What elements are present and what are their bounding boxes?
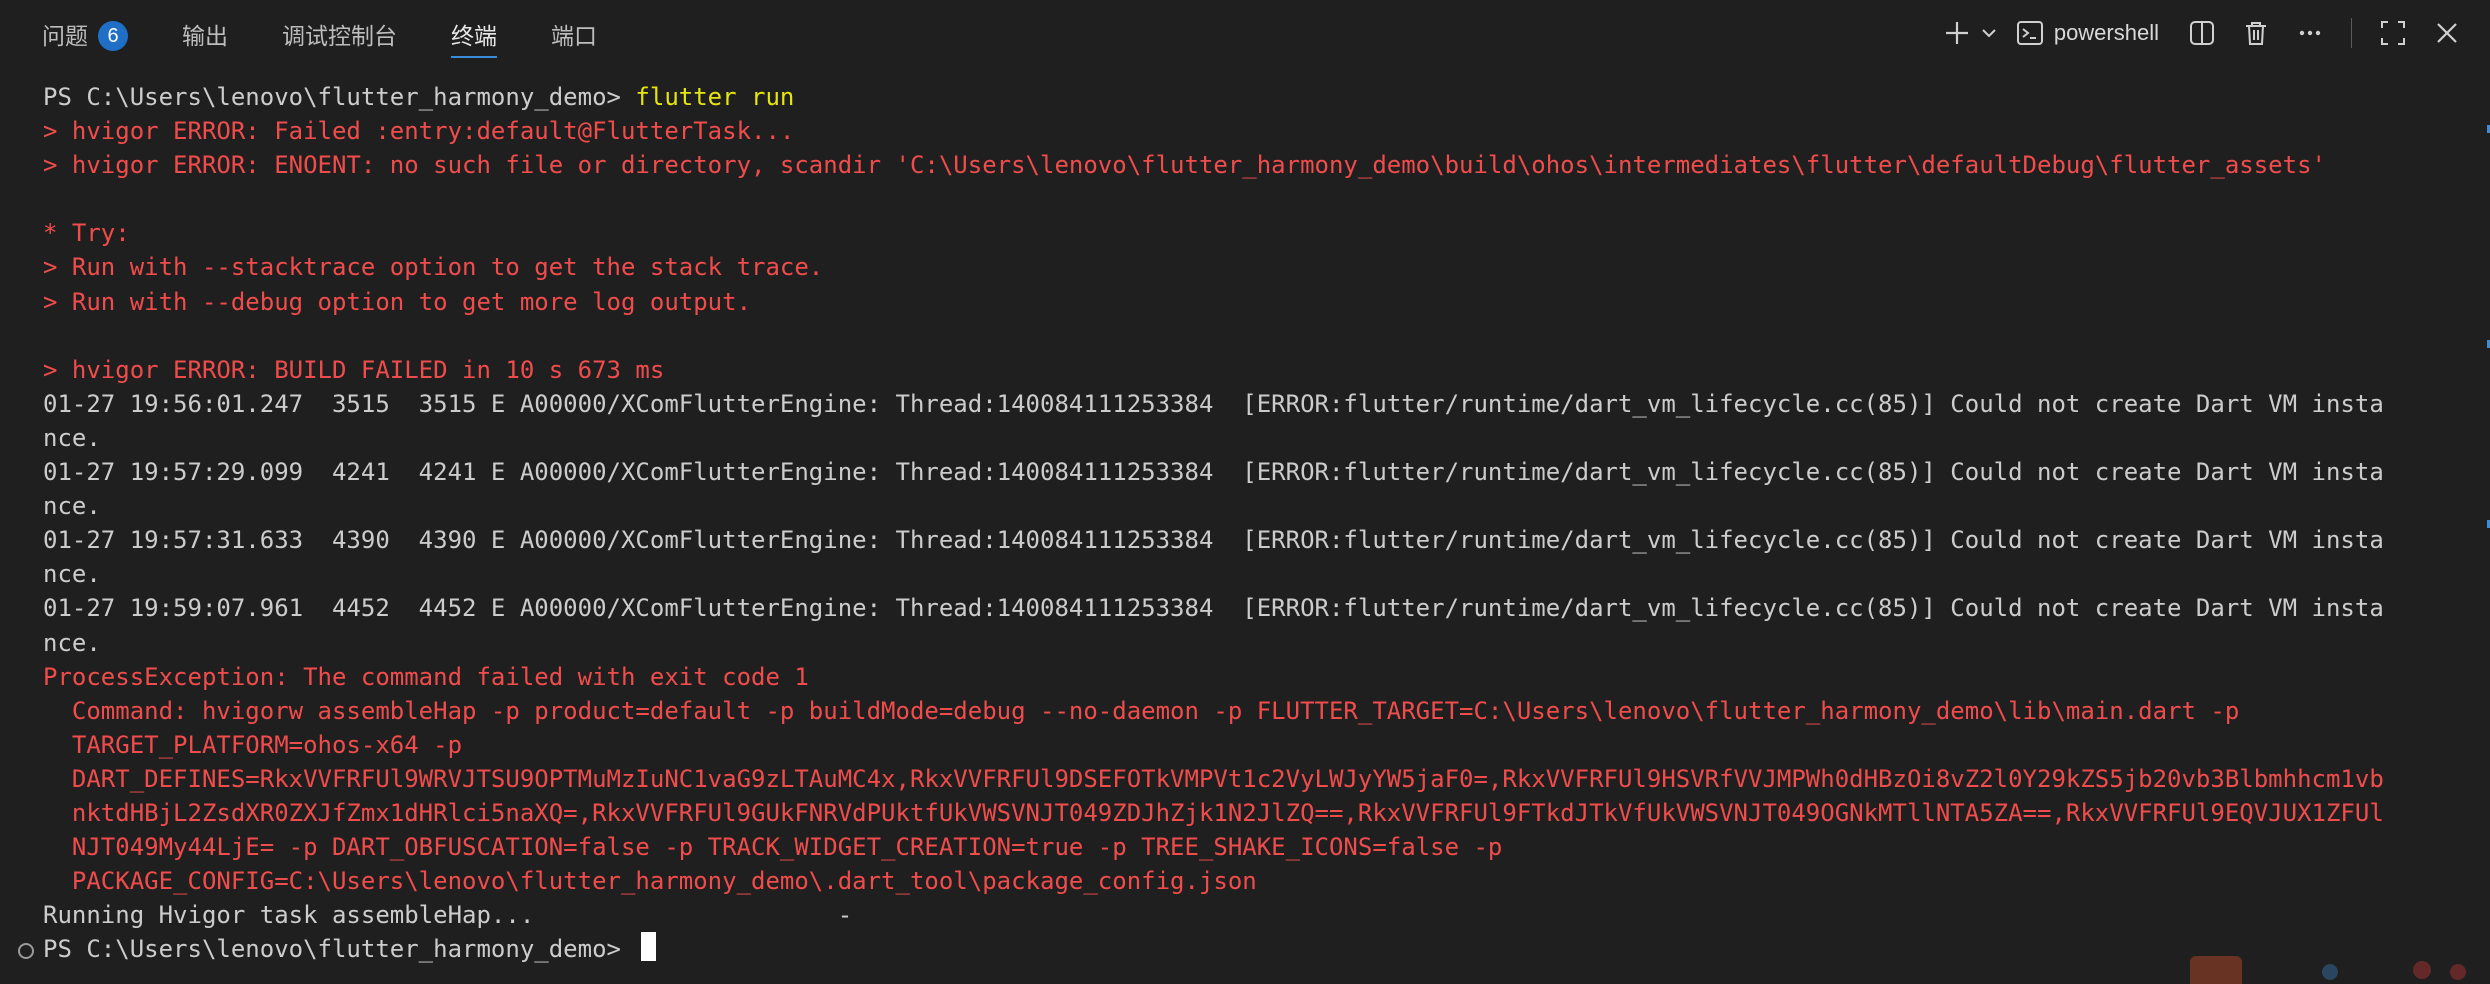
terminal-cursor <box>641 932 657 962</box>
terminal-line: > hvigor ERROR: Failed :entry:default@Fl… <box>43 117 795 146</box>
terminal-line: nktdHBjL2ZsdXR0ZXJfZmx1dHRlci5naXQ=,RkxV… <box>43 798 2384 827</box>
tab-problems-label: 问题 <box>42 23 88 49</box>
terminal-icon <box>2016 21 2043 45</box>
terminal-line: 01-27 19:56:01.247 3515 3515 E A00000/XC… <box>43 389 2384 418</box>
command-text: flutter run <box>635 83 795 111</box>
tab-debug-console-label: 调试控制台 <box>282 23 397 49</box>
tab-terminal-label: 终端 <box>451 23 497 49</box>
tab-output-label: 输出 <box>182 23 228 49</box>
watermark-overlay <box>2190 956 2466 984</box>
terminal-line: nce. <box>43 560 101 589</box>
terminal-selector[interactable]: powershell <box>2016 19 2159 47</box>
terminal-line: nce. <box>43 492 101 521</box>
plus-icon <box>1945 22 1968 44</box>
terminal-line: nce. <box>43 628 101 657</box>
prompt-text: PS C:\Users\lenovo\flutter_harmony_demo> <box>43 935 636 964</box>
terminal-line: > hvigor ERROR: ENOENT: no such file or … <box>43 151 2326 180</box>
terminal-line: Command: hvigorw assembleHap -p product=… <box>43 696 2240 725</box>
prompt-text: PS C:\Users\lenovo\flutter_harmony_demo> <box>43 83 636 111</box>
terminal-line: DART_DEFINES=RkxVVFRFUl9WRVJTSU9OPTMuMzI… <box>43 764 2384 793</box>
terminal-line: > Run with --stacktrace option to get th… <box>43 253 824 282</box>
terminal-line: > hvigor ERROR: BUILD FAILED in 10 s 673… <box>43 355 665 384</box>
terminal-name: powershell <box>2053 20 2159 45</box>
terminal-profile-dropdown[interactable] <box>1978 14 2000 52</box>
tab-ports[interactable]: 端口 <box>551 16 597 56</box>
terminal-line: NJT049My44LjE= -p DART_OBFUSCATION=false… <box>43 833 1503 862</box>
tab-ports-label: 端口 <box>551 23 597 49</box>
maximize-icon <box>2381 21 2405 45</box>
kill-terminal-button[interactable] <box>2237 14 2275 52</box>
split-icon <box>2190 21 2214 45</box>
actions-divider <box>2351 18 2352 48</box>
terminal-line: * Try: <box>43 219 130 248</box>
close-icon <box>2437 23 2457 43</box>
terminal-line: Running Hvigor task assembleHap... - <box>43 901 853 930</box>
terminal-line: TARGET_PLATFORM=ohos-x64 -p <box>43 730 463 759</box>
panel-tabs: 问题 6 输出 调试控制台 终端 端口 <box>42 16 597 58</box>
terminal-line: > Run with --debug option to get more lo… <box>43 287 752 316</box>
tab-problems[interactable]: 问题 6 <box>42 16 128 56</box>
close-panel-button[interactable] <box>2428 14 2466 52</box>
panel-actions: powershell <box>1938 14 2466 52</box>
terminal-output[interactable]: PS C:\Users\lenovo\flutter_harmony_demo>… <box>43 80 2474 976</box>
tab-terminal[interactable]: 终端 <box>451 16 497 58</box>
tab-debug-console[interactable]: 调试控制台 <box>282 16 397 56</box>
terminal-prompt-line: PS C:\Users\lenovo\flutter_harmony_demo> <box>43 932 2474 966</box>
terminal-line: 01-27 19:59:07.961 4452 4452 E A00000/XC… <box>43 594 2384 623</box>
terminal-line: nce. <box>43 423 101 452</box>
problems-count-badge: 6 <box>98 21 128 51</box>
terminal-prompt-line: PS C:\Users\lenovo\flutter_harmony_demo>… <box>43 80 2474 114</box>
ellipsis-icon <box>2299 30 2321 36</box>
terminal-line: PACKAGE_CONFIG=C:\Users\lenovo\flutter_h… <box>43 867 1257 896</box>
maximize-panel-button[interactable] <box>2374 14 2412 52</box>
new-terminal-button[interactable] <box>1938 14 1976 52</box>
terminal-line: 01-27 19:57:31.633 4390 4390 E A00000/XC… <box>43 526 2384 555</box>
terminal-line: 01-27 19:57:29.099 4241 4241 E A00000/XC… <box>43 458 2384 487</box>
trash-icon <box>2246 22 2266 45</box>
tab-output[interactable]: 输出 <box>182 16 228 56</box>
terminal-line: ProcessException: The command failed wit… <box>43 662 809 691</box>
chevron-down-icon <box>1982 29 1996 38</box>
split-terminal-button[interactable] <box>2183 14 2221 52</box>
command-decoration-icon[interactable] <box>18 943 34 959</box>
panel-header: 问题 6 输出 调试控制台 终端 端口 powershell <box>0 0 2490 66</box>
more-actions-button[interactable] <box>2291 14 2329 52</box>
